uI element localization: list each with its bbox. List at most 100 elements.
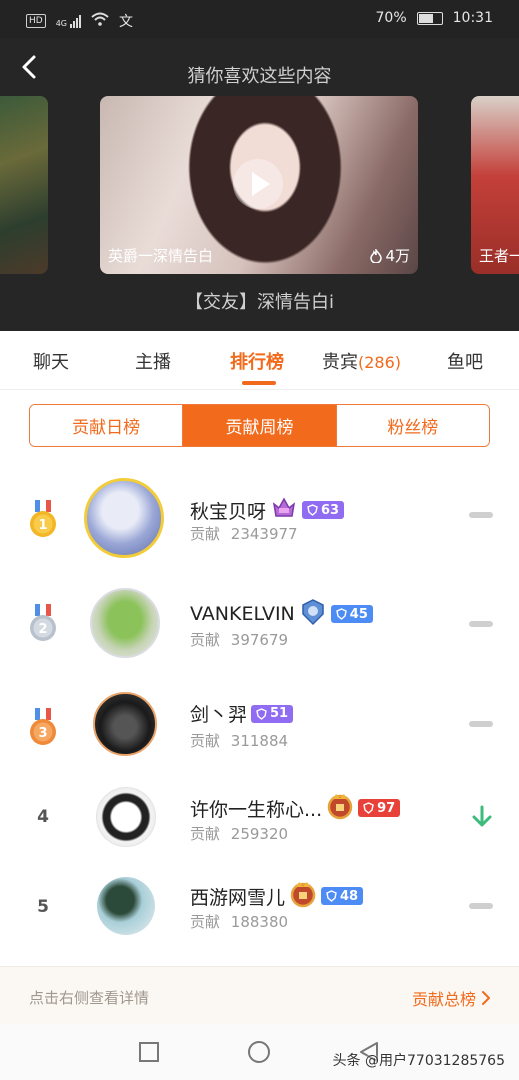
shield-icon — [335, 608, 347, 620]
silver-medal-icon: 2 — [28, 602, 58, 646]
card-views: 4万 — [370, 245, 410, 266]
recommend-card-next[interactable]: 王者一 — [471, 96, 519, 274]
play-icon[interactable] — [233, 159, 283, 209]
trend-flat-icon — [469, 721, 493, 727]
avatar[interactable] — [96, 787, 156, 847]
contribution: 贡献 311884 — [190, 730, 288, 751]
tab-bar: 聊天 主播 排行榜 贵宾(286) 鱼吧 — [0, 331, 519, 390]
noble-emperor-icon — [326, 792, 354, 824]
rank-number: 4 — [37, 807, 49, 827]
level-value: 48 — [340, 888, 359, 904]
avatar[interactable] — [93, 692, 157, 756]
battery-icon — [416, 11, 443, 25]
battery-percent: 70% — [375, 10, 407, 26]
status-bar: HD 4G 文 70% 10:31 — [0, 0, 519, 38]
shield-icon — [256, 707, 267, 720]
home-button[interactable] — [247, 1040, 271, 1064]
recommend-card-prev[interactable] — [0, 96, 48, 274]
ranking-row[interactable]: 3 剑丶羿 51 贡献 311884 — [0, 682, 519, 772]
card-caption: 英爵一深情告白 — [108, 247, 214, 265]
total-ranking-link[interactable]: 贡献总榜 — [412, 986, 491, 1010]
rank-number: 5 — [37, 897, 49, 917]
network-type-label: 4G — [55, 18, 67, 28]
contribution-value: 397679 — [230, 631, 289, 649]
tab-anchor[interactable]: 主播 — [135, 348, 171, 374]
svg-text:2: 2 — [38, 622, 47, 637]
ranking-subtabs: 贡献日榜 贡献周榜 粉丝榜 — [29, 404, 490, 447]
user-name-line: 秋宝贝呀 63 — [190, 494, 345, 526]
level-value: 63 — [321, 502, 340, 518]
contribution: 贡献 259320 — [190, 823, 288, 844]
tab-vip[interactable]: 贵宾(286) — [322, 348, 401, 374]
gold-medal-icon: 1 — [28, 498, 58, 542]
recommend-card-main[interactable]: 英爵一深情告白 4万 — [100, 96, 418, 274]
subtab-weekly[interactable]: 贡献周榜 — [182, 405, 336, 446]
contribution-label: 贡献 — [190, 913, 221, 931]
subtab-fans[interactable]: 粉丝榜 — [335, 405, 489, 446]
user-name-line: 许你一生称心... 97 — [190, 792, 401, 824]
contribution-label: 贡献 — [190, 631, 221, 649]
user-name: 秋宝贝呀 — [190, 500, 267, 523]
circle-icon — [248, 1041, 270, 1063]
recents-button[interactable] — [137, 1040, 161, 1064]
hd-badge: HD — [26, 14, 46, 28]
signal-icon: 4G — [55, 14, 81, 28]
avatar[interactable] — [97, 877, 155, 935]
user-name-line: VANKELVIN 45 — [190, 598, 373, 630]
footer-hint: 点击右侧查看详情 — [29, 989, 150, 1007]
level-badge: 97 — [358, 799, 401, 817]
tab-fish-bar[interactable]: 鱼吧 — [447, 348, 483, 374]
avatar[interactable] — [90, 588, 160, 658]
tab-chat[interactable]: 聊天 — [33, 348, 69, 374]
arrow-down-icon — [471, 805, 493, 829]
views-count: 4万 — [385, 247, 410, 265]
card-caption: 王者一 — [479, 247, 519, 265]
shield-icon — [326, 890, 337, 902]
level-value: 51 — [270, 706, 289, 721]
user-name: 许你一生称心... — [190, 798, 323, 821]
subtab-daily[interactable]: 贡献日榜 — [30, 405, 183, 446]
square-icon — [139, 1042, 159, 1062]
trend-flat-icon — [469, 903, 493, 909]
recommend-title: 猜你喜欢这些内容 — [187, 66, 332, 87]
recommend-panel: 猜你喜欢这些内容 英爵一深情告白 4万 王者一 【交友】深情告白i — [0, 38, 519, 331]
contribution-label: 贡献 — [190, 825, 221, 843]
chevron-right-icon — [482, 991, 490, 1005]
ranking-row[interactable]: 1 秋宝贝呀 63 贡献 2343977 — [0, 474, 519, 564]
watermark: 头条 @用户77031285765 — [332, 1053, 505, 1069]
avatar[interactable] — [84, 478, 164, 558]
noble-emperor-icon — [289, 880, 317, 912]
contribution: 贡献 2343977 — [190, 523, 298, 544]
trend-flat-icon — [469, 512, 493, 518]
user-name-line: 西游网雪儿 48 — [190, 880, 364, 912]
shield-icon — [307, 504, 318, 516]
level-value: 97 — [377, 800, 396, 816]
total-ranking-label: 贡献总榜 — [411, 990, 476, 1009]
flame-icon — [370, 248, 383, 263]
svg-text:1: 1 — [38, 518, 47, 533]
video-title: 【交友】深情告白i — [184, 292, 334, 313]
ranking-row[interactable]: 5 西游网雪儿 48 贡献 188380 — [0, 866, 519, 956]
tab-vip-count: (286) — [358, 353, 402, 372]
contribution-label: 贡献 — [190, 732, 221, 750]
level-value: 45 — [349, 606, 368, 622]
ime-indicator: 文 — [119, 14, 133, 30]
shield-icon — [363, 802, 374, 814]
user-name: 剑丶羿 — [190, 704, 248, 726]
contribution-value: 188380 — [230, 913, 289, 931]
ranking-row[interactable]: 2 VANKELVIN 45 贡献 397679 — [0, 578, 519, 668]
trend-flat-icon — [469, 621, 493, 627]
level-badge: 48 — [321, 887, 364, 905]
contribution-value: 311884 — [230, 732, 289, 750]
noble-emblem-icon — [299, 598, 327, 630]
level-badge: 45 — [330, 605, 373, 623]
ranking-row[interactable]: 4 许你一生称心... 97 贡献 259320 — [0, 774, 519, 864]
tab-ranking[interactable]: 排行榜 — [230, 348, 284, 374]
user-name: VANKELVIN — [190, 603, 295, 625]
contribution-value: 2343977 — [230, 525, 298, 543]
contribution: 贡献 188380 — [190, 911, 288, 932]
level-badge: 51 — [251, 704, 294, 723]
active-tab-indicator — [242, 381, 276, 385]
ranking-footer: 点击右侧查看详情 贡献总榜 — [0, 966, 519, 1025]
noble-crown-icon — [270, 494, 298, 526]
